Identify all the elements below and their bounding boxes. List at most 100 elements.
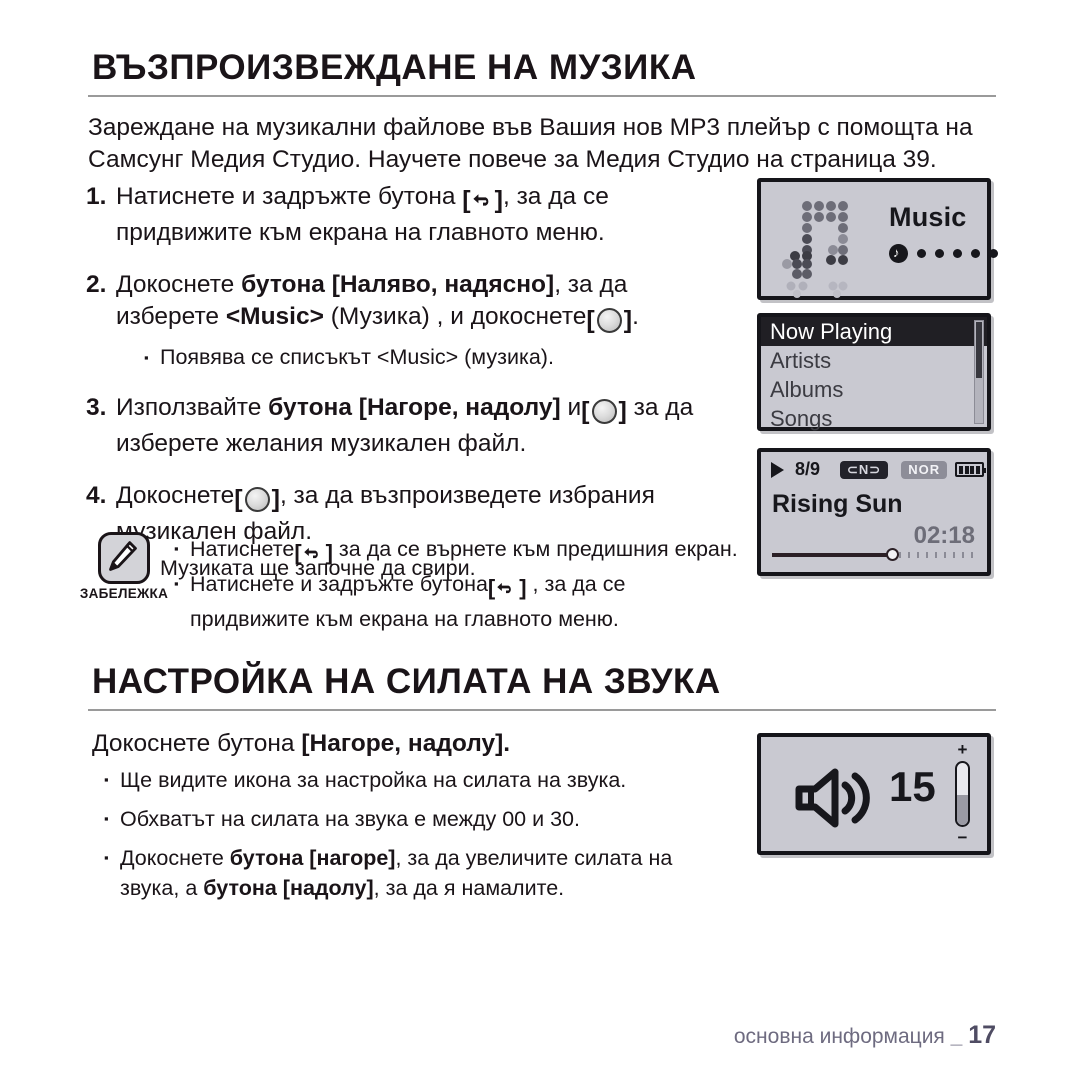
inline-back-button-1: [] <box>462 186 503 214</box>
volume-slider-track[interactable] <box>955 761 970 827</box>
note-item-2-pre: Натиснете и задръжте бутона <box>190 572 488 596</box>
note-block: ЗАБЕЛЕЖКА ▪ Натиснете[] за да се върнете… <box>62 528 762 635</box>
step-3-text-post: за да <box>633 394 694 421</box>
indicator-dot <box>935 249 944 258</box>
progress-bar-knob[interactable] <box>886 548 900 561</box>
step-3-text-pre: Използвайте <box>116 394 262 421</box>
step-2-number: 2. <box>86 271 107 298</box>
back-arrow-icon <box>303 542 325 564</box>
menu-item-albums[interactable]: Albums <box>761 375 987 404</box>
step-1-body: Натиснете и задръжте бутона [], за да се… <box>116 181 746 249</box>
bullet-square-icon: ▪ <box>104 850 109 865</box>
step-2-text-post: , за да <box>554 271 628 298</box>
inline-circle-button-2: [] <box>586 306 633 334</box>
note-body: ▪ Натиснете[] за да се върнете към преди… <box>174 528 762 635</box>
sound-mode-badge: NOR <box>901 460 948 479</box>
volume-bullet-3-pre: Докоснете <box>120 846 224 870</box>
volume-bullet-3-line2-post: , за да я намалите. <box>373 876 565 900</box>
volume-value: 15 <box>889 763 936 810</box>
play-icon <box>771 461 784 478</box>
step-3: 3. Използвайте бутона [Нагоре, надолу] и… <box>86 392 746 460</box>
step-2-body: Докоснете бутона [Наляво, надясно], за д… <box>116 269 746 372</box>
menu-item-songs[interactable]: Songs <box>761 404 987 433</box>
menu-list: Now Playing Artists Albums Songs <box>761 317 987 431</box>
indicator-dot <box>971 249 980 258</box>
volume-bullet-list: ▪ Ще видите икона за настройка на силата… <box>104 765 764 912</box>
volume-lead-text: Докоснете бутона [Нагоре, надолу]. <box>92 728 510 760</box>
music-note-dot-icon <box>889 242 908 263</box>
progress-bar-fill <box>772 553 891 557</box>
bullet-square-icon: ▪ <box>104 811 109 826</box>
bullet-square-icon: ▪ <box>174 576 179 591</box>
volume-bullet-1: ▪ Ще видите икона за настройка на силата… <box>104 765 764 795</box>
volume-bullet-3-line-2: звука, а бутона [надолу], за да я намали… <box>120 873 764 903</box>
volume-plus-label: + <box>957 740 968 759</box>
note-item-2-post: , за да се <box>532 572 626 596</box>
screen-music-menu: Now Playing Artists Albums Songs <box>757 313 991 431</box>
progress-bar[interactable] <box>772 548 976 561</box>
volume-bullet-3-line2-pre: звука, а <box>120 876 198 900</box>
scrollbar-thumb[interactable] <box>976 322 982 378</box>
footer-label: основна информация <box>733 1025 945 1048</box>
back-arrow-icon <box>496 577 518 599</box>
note-item-2-text: Натиснете и задръжте бутона[] , за да се <box>190 569 762 604</box>
bullet-square-icon: ▪ <box>104 772 109 787</box>
track-title: Rising Sun <box>772 490 903 518</box>
step-2-line2-pre: изберете <box>116 303 220 330</box>
menu-item-now-playing[interactable]: Now Playing <box>761 317 987 346</box>
volume-bullet-2: ▪ Обхватът на силата на звука е между 00… <box>104 804 764 834</box>
title-divider-1 <box>88 95 996 97</box>
note-label: ЗАБЕЛЕЖКА <box>79 586 169 601</box>
page-indicator-dots <box>889 242 998 263</box>
volume-bullet-1-text: Ще видите икона за настройка на силата н… <box>120 768 627 792</box>
step-3-text-mid: и <box>567 394 582 421</box>
step-1-line-2: придвижите към екрана на главното меню. <box>116 219 605 246</box>
inline-circle-button-3: [] <box>581 397 627 425</box>
note-icon-group: ЗАБЕЛЕЖКА <box>74 532 174 601</box>
menu-item-artists[interactable]: Artists <box>761 346 987 375</box>
step-3-line-2: изберете желания музикален файл. <box>116 430 527 457</box>
step-list: 1. Натиснете и задръжте бутона [], за да… <box>86 181 746 587</box>
inline-circle-button-4: [] <box>234 485 280 513</box>
inline-back-button-note-2: [] <box>487 575 527 600</box>
note-pencil-icon <box>98 532 150 584</box>
repeat-all-icon: ⊂N⊃ <box>840 460 889 479</box>
section-title-music-playback: ВЪЗПРОИЗВЕЖДАНЕ НА МУЗИКА <box>92 48 697 87</box>
intro-line-1: Зареждане на музикални файлове във Вашия… <box>88 114 973 141</box>
circle-button-icon <box>244 487 270 512</box>
indicator-dot <box>953 249 962 258</box>
screen-volume: 15 + − <box>757 733 991 855</box>
page-footer: основна информация _ 17 <box>734 1021 996 1050</box>
step-3-bold-button: бутона [Нагоре, надолу] <box>268 394 561 421</box>
volume-bullet-3-line2-bold: бутона [надолу] <box>203 876 374 900</box>
volume-slider[interactable]: + − <box>951 740 975 846</box>
vertical-scrollbar[interactable] <box>974 320 984 424</box>
speaker-volume-icon <box>795 767 879 834</box>
volume-bullet-3: ▪ Докоснете бутона [нагоре], за да увели… <box>104 843 764 903</box>
step-1-number: 1. <box>86 183 107 210</box>
step-1: 1. Натиснете и задръжте бутона [], за да… <box>86 181 746 249</box>
note-item-1-post: за да се върнете към предишния екран. <box>338 537 738 561</box>
title-divider-2 <box>88 709 996 711</box>
volume-bullet-3-text: Докоснете бутона [нагоре], за да увеличи… <box>120 843 764 903</box>
step-2-bold-button: бутона [Наляво, надясно] <box>241 271 555 298</box>
step-2-line2-bold: <Music> <box>225 303 324 330</box>
volume-bullet-3-mid: , за да увеличите силата на <box>395 846 673 870</box>
progress-bar-remaining <box>890 552 976 558</box>
note-item-1: ▪ Натиснете[] за да се върнете към преди… <box>174 534 762 569</box>
circle-button-icon <box>591 399 617 424</box>
note-item-1-text: Натиснете[] за да се върнете към предишн… <box>190 534 762 569</box>
step-2: 2. Докоснете бутона [Наляво, надясно], з… <box>86 269 746 372</box>
music-label: Music <box>889 202 967 232</box>
intro-line-2: Самсунг Медия Студио. Научете повече за … <box>88 146 937 173</box>
indicator-dot <box>989 249 998 258</box>
step-2-bullet-1: ▪ Появява се списъкът <Music> (музика). <box>144 343 746 372</box>
page-number: 17 <box>968 1021 996 1049</box>
footer-separator: _ <box>950 1025 963 1048</box>
screen-now-playing: 8/9 ⊂N⊃ NOR Rising Sun 02:18 <box>757 448 991 576</box>
section-title-volume: НАСТРОЙКА НА СИЛАТА НА ЗВУКА <box>92 662 721 701</box>
battery-full-icon <box>955 462 986 477</box>
step-3-number: 3. <box>86 394 107 421</box>
step-spacer-1 <box>86 253 746 269</box>
screen-music-splash: Music <box>757 178 998 300</box>
